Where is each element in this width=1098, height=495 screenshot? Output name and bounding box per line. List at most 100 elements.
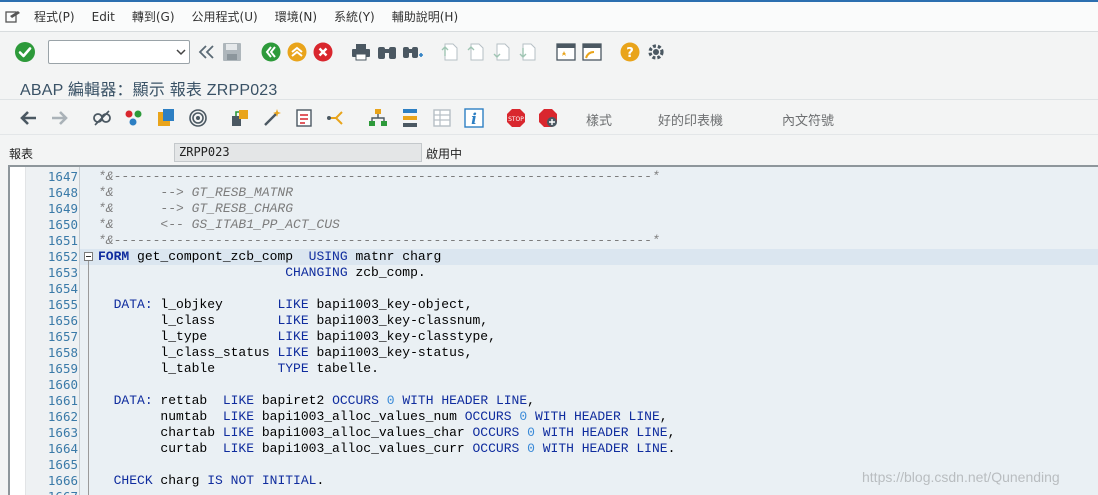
first-page-icon[interactable] [440, 42, 460, 62]
code-text: l_class LIKE bapi1003_key-classnum, [98, 313, 488, 329]
code-keyword: USING [308, 249, 348, 264]
arrow-left-icon[interactable] [20, 110, 38, 126]
code-line[interactable]: 1660 [10, 377, 1098, 393]
line-number: 1651 [47, 233, 78, 248]
structure-icon[interactable] [400, 108, 420, 128]
code-editor[interactable]: 1647 *&----------------------------------… [8, 165, 1098, 495]
line-number: 1656 [47, 313, 78, 328]
back-icon[interactable] [261, 42, 281, 62]
print-icon[interactable] [351, 43, 371, 61]
code-line[interactable]: 1657 l_type LIKE bapi1003_key-classtype, [10, 329, 1098, 345]
menu-item[interactable]: 程式(P) [26, 2, 84, 32]
code-line[interactable]: 1662 numtab LIKE bapi1003_alloc_values_n… [10, 409, 1098, 425]
code-line[interactable]: 1651 *&----------------------------------… [10, 233, 1098, 249]
code-token: matnr charg [347, 249, 442, 264]
table-icon[interactable] [432, 108, 452, 128]
code-keyword: LIKE [277, 297, 309, 312]
activate-icon[interactable] [188, 108, 208, 128]
navigation-icon[interactable] [326, 108, 346, 128]
page-title: ABAP 編輯器：顯示 報表 ZRPP023 [20, 82, 278, 99]
line-number: 1666 [47, 473, 78, 488]
pretty-printer-button[interactable]: 好的印表機 [658, 110, 723, 129]
find-icon[interactable] [377, 43, 397, 61]
exit-icon[interactable] [287, 42, 307, 62]
code-token: rettab [152, 393, 223, 408]
code-keyword: LIKE [222, 441, 255, 456]
menu-item[interactable]: 系統(Y) [326, 2, 384, 32]
text-symbols-button[interactable]: 內文符號 [782, 110, 834, 129]
display-change-icon[interactable] [92, 109, 112, 127]
collapse-block-icon[interactable] [84, 252, 93, 261]
arrow-right-icon[interactable] [50, 110, 68, 126]
line-number: 1653 [47, 265, 78, 280]
svg-text:STOP: STOP [508, 116, 524, 123]
other-object-icon[interactable] [124, 109, 144, 127]
enter-check-icon[interactable] [14, 41, 36, 63]
object-list-icon[interactable] [294, 108, 314, 128]
menu-item[interactable]: 公用程式(U) [184, 2, 267, 32]
code-line[interactable]: 1658 l_class_status LIKE bapi1003_key-st… [10, 345, 1098, 361]
watermark: https://blog.csdn.net/Qunending [862, 469, 1060, 485]
help-icon[interactable]: ? [620, 42, 640, 62]
code-line[interactable]: 1659 l_table TYPE tabelle. [10, 361, 1098, 377]
command-input[interactable] [49, 41, 167, 63]
code-line[interactable]: 1654 [10, 281, 1098, 297]
info-icon[interactable]: i [464, 107, 484, 128]
line-number: 1663 [47, 425, 78, 440]
magic-wand-icon[interactable] [262, 108, 282, 128]
code-keyword: LIKE [277, 313, 309, 328]
find-next-icon[interactable] [402, 43, 424, 61]
hierarchy-icon[interactable] [368, 108, 388, 128]
external-breakpoint-icon[interactable] [538, 108, 558, 128]
code-line[interactable]: 1649 *& --> GT_RESB_CHARG [10, 201, 1098, 217]
breakpoint-icon[interactable]: STOP [506, 108, 526, 128]
code-text: *& --> GT_RESB_CHARG [98, 201, 293, 217]
system-menu-icon[interactable] [0, 2, 26, 32]
code-line[interactable]: 1648 *& --> GT_RESB_MATNR [10, 185, 1098, 201]
chevron-down-icon[interactable] [175, 46, 187, 58]
menu-item[interactable]: 輔助說明(H) [384, 2, 467, 32]
code-line[interactable]: 1650 *& <-- GS_ITAB1_PP_ACT_CUS [10, 217, 1098, 233]
pattern-button[interactable]: 樣式 [586, 110, 612, 129]
code-text: DATA: l_objkey LIKE bapi1003_key-object, [98, 297, 473, 313]
code-token: l_type [98, 329, 278, 344]
settings-gear-icon[interactable] [646, 42, 666, 62]
code-line[interactable]: 1661 DATA: rettab LIKE bapiret2 OCCURS 0… [10, 393, 1098, 409]
menu-item[interactable]: 轉到(G) [124, 2, 184, 32]
code-line[interactable]: 1647 *&----------------------------------… [10, 169, 1098, 185]
line-number: 1649 [47, 201, 78, 216]
code-keyword: LIKE [222, 409, 255, 424]
code-token: l_class_status [98, 345, 278, 360]
where-used-icon[interactable] [230, 108, 250, 128]
code-token: bapi1003_alloc_values_char [254, 425, 473, 440]
shortcut-icon[interactable] [582, 42, 602, 62]
code-line[interactable]: 1655 DATA: l_objkey LIKE bapi1003_key-ob… [10, 297, 1098, 313]
new-session-icon[interactable] [556, 42, 576, 62]
command-field[interactable] [48, 40, 190, 64]
code-line[interactable]: 1663 chartab LIKE bapi1003_alloc_values_… [10, 425, 1098, 441]
last-page-icon[interactable] [518, 42, 538, 62]
code-comment: *& --> GT_RESB_MATNR [98, 185, 294, 200]
code-line[interactable]: 1656 l_class LIKE bapi1003_key-classnum, [10, 313, 1098, 329]
code-keyword: WITH HEADER LINE [402, 393, 528, 408]
previous-page-icon[interactable] [466, 42, 486, 62]
menu-item[interactable]: Edit [84, 2, 124, 32]
report-name-field: ZRPP023 [174, 143, 422, 162]
code-keyword: OCCURS [472, 441, 520, 456]
save-icon[interactable] [222, 42, 242, 62]
check-syntax-icon[interactable] [156, 108, 176, 128]
cancel-icon[interactable] [313, 42, 333, 62]
code-line[interactable]: 1664 curtab LIKE bapi1003_alloc_values_c… [10, 441, 1098, 457]
line-number: 1648 [47, 185, 78, 200]
code-token: chartab [98, 425, 223, 440]
line-number: 1654 [47, 281, 78, 296]
code-line[interactable]: 1653 CHANGING zcb_comp. [10, 265, 1098, 281]
collapse-left-icon[interactable] [197, 44, 215, 60]
code-comment: *& <-- GS_ITAB1_PP_ACT_CUS [98, 217, 340, 232]
next-page-icon[interactable] [492, 42, 512, 62]
code-line[interactable]: 1667 [10, 489, 1098, 495]
code-line[interactable]: 1652 FORM get_compont_zcb_comp USING matn… [10, 249, 1098, 265]
menu-item[interactable]: 環境(N) [267, 2, 326, 32]
